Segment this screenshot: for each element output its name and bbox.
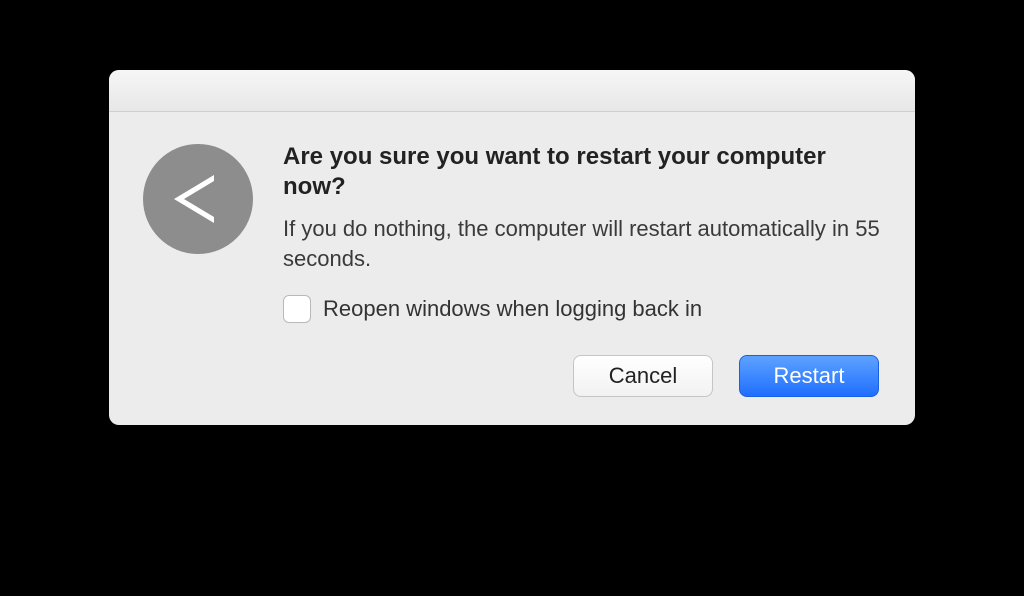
reopen-windows-row[interactable]: Reopen windows when logging back in	[283, 295, 883, 323]
reopen-windows-label: Reopen windows when logging back in	[323, 296, 702, 322]
restart-arrow-glyph	[174, 175, 214, 223]
reopen-windows-checkbox[interactable]	[283, 295, 311, 323]
cancel-button[interactable]: Cancel	[573, 355, 713, 397]
dialog-titlebar	[109, 70, 915, 112]
dialog-icon-wrap	[141, 142, 255, 397]
dialog-subtext: If you do nothing, the computer will res…	[283, 214, 883, 273]
restart-button[interactable]: Restart	[739, 355, 879, 397]
restart-icon	[143, 144, 253, 254]
restart-confirmation-dialog: Are you sure you want to restart your co…	[109, 70, 915, 425]
dialog-content: Are you sure you want to restart your co…	[109, 112, 915, 425]
dialog-heading: Are you sure you want to restart your co…	[283, 142, 883, 202]
dialog-button-row: Cancel Restart	[283, 355, 883, 397]
dialog-text-column: Are you sure you want to restart your co…	[283, 142, 883, 397]
